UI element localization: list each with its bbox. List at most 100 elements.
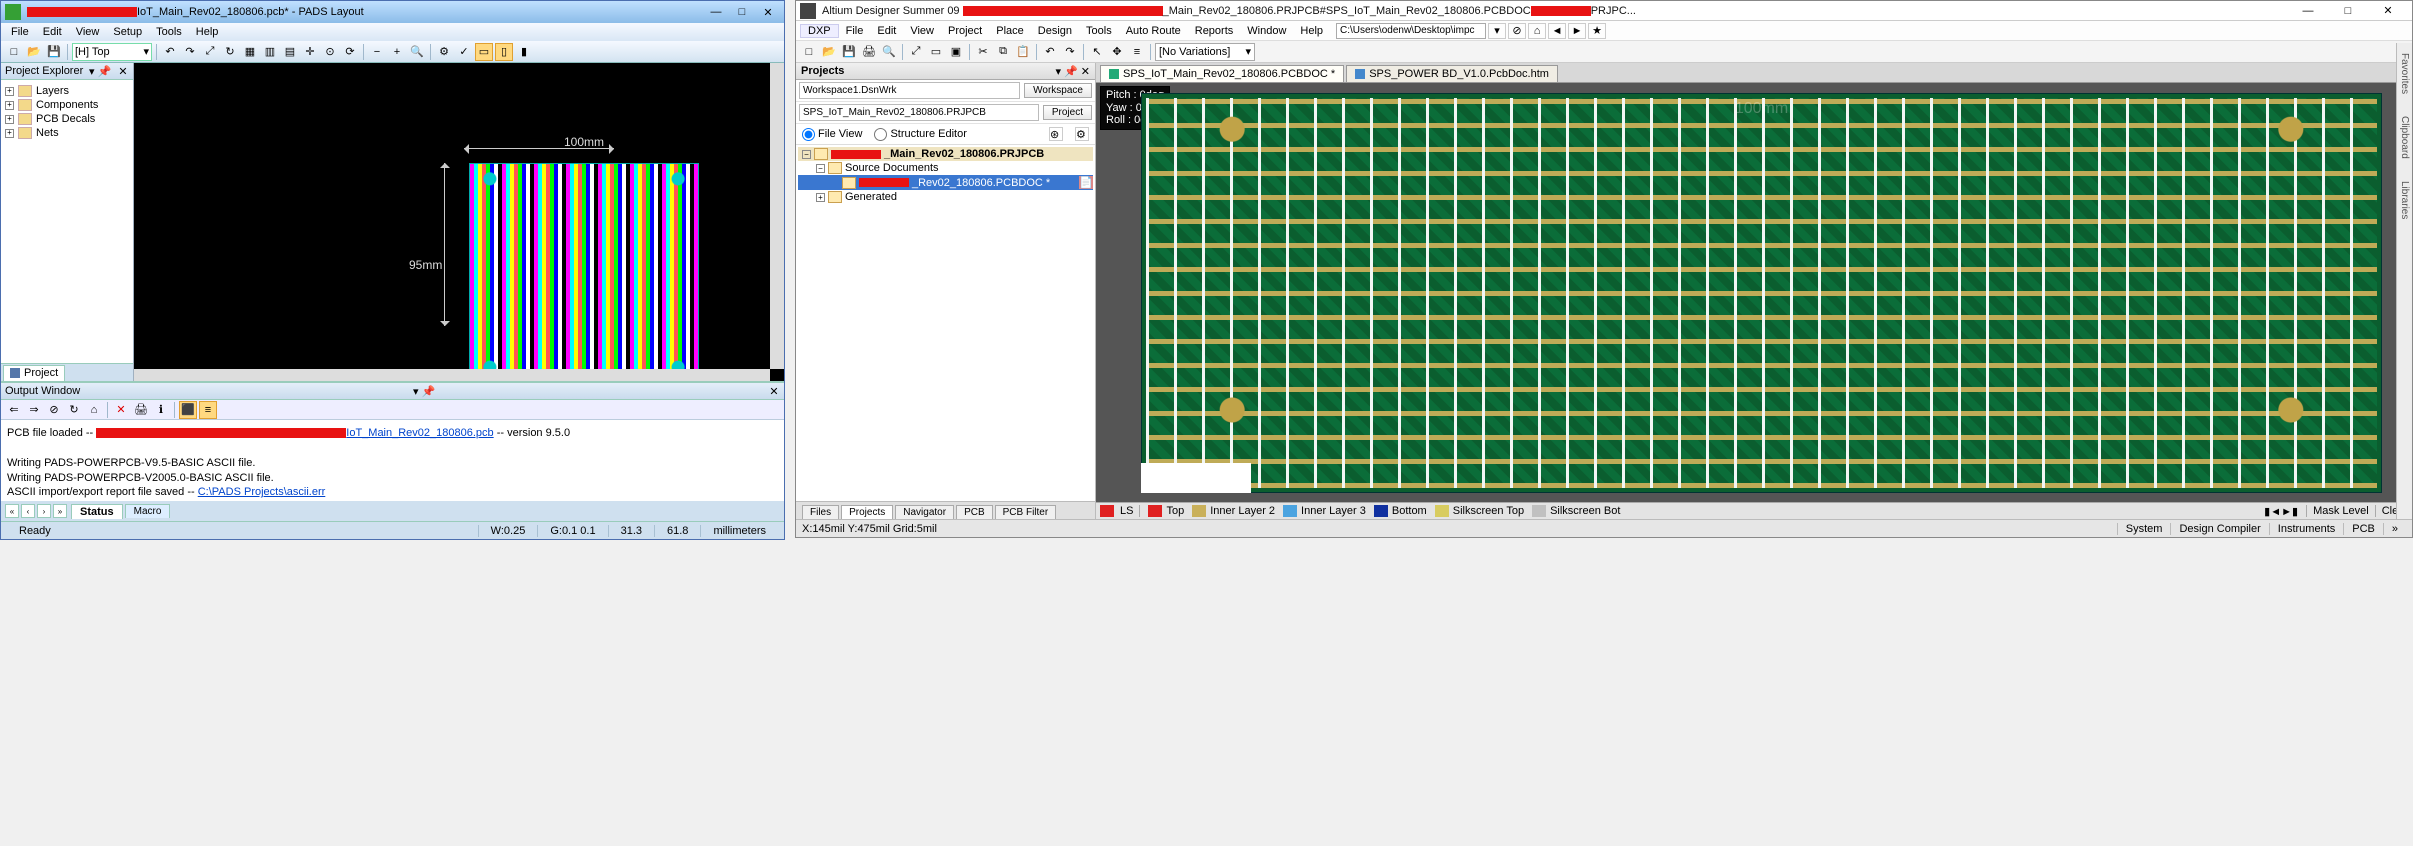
copy-icon[interactable]: ⧉ xyxy=(994,43,1012,61)
altium-titlebar[interactable]: Altium Designer Summer 09 _Main_Rev02_18… xyxy=(796,1,2412,21)
layer-bottom[interactable]: Bottom xyxy=(1372,505,1429,517)
new-icon[interactable]: □ xyxy=(5,43,23,61)
minimize-button[interactable]: — xyxy=(2288,1,2328,21)
stop-icon[interactable]: ⊘ xyxy=(45,401,63,419)
save-icon[interactable]: 💾 xyxy=(45,43,63,61)
pcbdoc-node[interactable]: _Rev02_180806.PCBDOC *📄 xyxy=(798,175,1093,190)
menu-place[interactable]: Place xyxy=(989,25,1031,37)
menu-tools[interactable]: Tools xyxy=(1079,25,1119,37)
pin-icon[interactable]: ▾ 📌 xyxy=(89,65,111,78)
pads-titlebar[interactable]: IoT_Main_Rev02_180806.pcb* - PADS Layout… xyxy=(1,1,784,23)
zoom-fit-icon[interactable]: ⤢ xyxy=(201,43,219,61)
redo-icon[interactable]: ↷ xyxy=(181,43,199,61)
cycle-icon[interactable]: ⟳ xyxy=(341,43,359,61)
tree-layers[interactable]: +Layers xyxy=(3,84,131,98)
stop-icon[interactable]: ⊘ xyxy=(1508,23,1526,39)
pcb-board[interactable]: 100mm xyxy=(1141,93,2382,493)
delete-icon[interactable]: ✕ xyxy=(112,401,130,419)
layer-silk-bot[interactable]: Silkscreen Bot xyxy=(1530,505,1622,517)
filter-icon[interactable]: ≡ xyxy=(1128,43,1146,61)
tab-pcb[interactable]: PCB xyxy=(956,505,993,519)
menu-setup[interactable]: Setup xyxy=(107,26,148,38)
panel-menu-icon[interactable]: ▾ 📌 ✕ xyxy=(1055,65,1090,78)
side-favorites[interactable]: Favorites xyxy=(2399,49,2410,98)
close-button[interactable]: ✕ xyxy=(756,4,780,20)
close-icon[interactable]: ✕ xyxy=(117,65,129,78)
tree-nets[interactable]: +Nets xyxy=(3,126,131,140)
tree-decals[interactable]: +PCB Decals xyxy=(3,112,131,126)
tree-components[interactable]: +Components xyxy=(3,98,131,112)
paste-icon[interactable]: 📋 xyxy=(1014,43,1032,61)
open-icon[interactable]: 📂 xyxy=(820,43,838,61)
back-icon[interactable]: ◄ xyxy=(1548,23,1566,39)
zoom-in-icon[interactable]: + xyxy=(388,43,406,61)
layer-select[interactable]: [H] Top▾ xyxy=(72,43,152,61)
maximize-button[interactable]: □ xyxy=(2328,1,2368,21)
zoom-fit-icon[interactable]: ⤢ xyxy=(907,43,925,61)
output-header[interactable]: Output Window ▾ 📌 ✕ xyxy=(1,383,784,400)
menu-view[interactable]: View xyxy=(903,25,941,37)
minimize-button[interactable]: — xyxy=(704,4,728,20)
ls-label[interactable]: LS xyxy=(1120,505,1133,517)
compile-icon[interactable]: ⊛ xyxy=(1049,127,1063,141)
menu-window[interactable]: Window xyxy=(1240,25,1293,37)
nav-fwd-icon[interactable]: ⇒ xyxy=(25,401,43,419)
doc-tab-2[interactable]: SPS_POWER BD_V1.0.PcbDoc.htm xyxy=(1346,65,1558,82)
output-icon[interactable]: ▤ xyxy=(281,43,299,61)
vertical-scrollbar[interactable] xyxy=(770,63,784,369)
select-icon[interactable]: ↖ xyxy=(1088,43,1106,61)
workspace-button[interactable]: Workspace xyxy=(1024,83,1092,98)
fav-icon[interactable]: ★ xyxy=(1588,23,1606,39)
highlight-icon[interactable]: ⬛ xyxy=(179,401,197,419)
bars-icon[interactable]: ≡ xyxy=(199,401,217,419)
tab-navigator[interactable]: Navigator xyxy=(895,505,954,519)
tab-macro[interactable]: Macro xyxy=(125,504,171,518)
menu-tools[interactable]: Tools xyxy=(150,26,188,38)
address-input[interactable] xyxy=(1336,23,1486,39)
redo-icon[interactable]: ↷ xyxy=(1061,43,1079,61)
menu-dxp[interactable]: DXP xyxy=(800,24,839,38)
layer-inner3[interactable]: Inner Layer 3 xyxy=(1281,505,1368,517)
side-clipboard[interactable]: Clipboard xyxy=(2399,112,2410,163)
reload-icon[interactable]: ↻ xyxy=(65,401,83,419)
menu-edit[interactable]: Edit xyxy=(37,26,68,38)
explorer-tree[interactable]: +Layers +Components +PCB Decals +Nets xyxy=(1,80,133,363)
panel2-icon[interactable]: ▥ xyxy=(261,43,279,61)
status-pcb[interactable]: PCB xyxy=(2343,523,2383,535)
tab-prev-icon[interactable]: ‹ xyxy=(21,504,35,518)
drill-icon[interactable]: ⊙ xyxy=(321,43,339,61)
generated-node[interactable]: +Generated xyxy=(798,190,1093,204)
cut-icon[interactable]: ✂ xyxy=(974,43,992,61)
source-documents-node[interactable]: −Source Documents xyxy=(798,161,1093,175)
layer-inner2[interactable]: Inner Layer 2 xyxy=(1190,505,1277,517)
nav-back-icon[interactable]: ⇐ xyxy=(5,401,23,419)
status-menu-icon[interactable]: » xyxy=(2383,523,2406,535)
save-icon[interactable]: 💾 xyxy=(840,43,858,61)
menu-help[interactable]: Help xyxy=(1293,25,1330,37)
print-icon[interactable]: 🖨 xyxy=(132,401,150,419)
doc-tab-active[interactable]: SPS_IoT_Main_Rev02_180806.PCBDOC * xyxy=(1100,65,1344,82)
workspace-input[interactable] xyxy=(799,82,1020,99)
menu-reports[interactable]: Reports xyxy=(1188,25,1241,37)
output-link-err[interactable]: C:\PADS Projects\ascii.err xyxy=(198,486,326,498)
menu-design[interactable]: Design xyxy=(1031,25,1079,37)
tab-projects[interactable]: Projects xyxy=(841,505,893,519)
pcb-canvas[interactable]: Pitch : 0deg Yaw : 0deg Roll : 0deg 100m… xyxy=(1096,83,2412,519)
status-instruments[interactable]: Instruments xyxy=(2269,523,2343,535)
mode3-button[interactable]: ▮ xyxy=(515,43,533,61)
menu-help[interactable]: Help xyxy=(190,26,225,38)
project-node[interactable]: −_Main_Rev02_180806.PRJPCB xyxy=(798,147,1093,161)
close-button[interactable]: ✕ xyxy=(2368,1,2408,21)
tab-pcb-filter[interactable]: PCB Filter xyxy=(995,505,1057,519)
zoom-out-icon[interactable]: − xyxy=(368,43,386,61)
zoom-area-icon[interactable]: ▭ xyxy=(927,43,945,61)
print-icon[interactable]: 🖨 xyxy=(860,43,878,61)
menu-autoroute[interactable]: Auto Route xyxy=(1119,25,1188,37)
output-link-pcb[interactable]: IoT_Main_Rev02_180806.pcb xyxy=(346,427,493,439)
variations-select[interactable]: [No Variations]▾ xyxy=(1155,43,1255,61)
home-icon[interactable]: ⌂ xyxy=(85,401,103,419)
explorer-header[interactable]: Project Explorer ▾ 📌 ✕ xyxy=(1,63,133,80)
pin-icon[interactable]: ▾ 📌 xyxy=(413,385,435,398)
tab-last-icon[interactable]: » xyxy=(53,504,67,518)
side-libraries[interactable]: Libraries xyxy=(2399,177,2410,223)
